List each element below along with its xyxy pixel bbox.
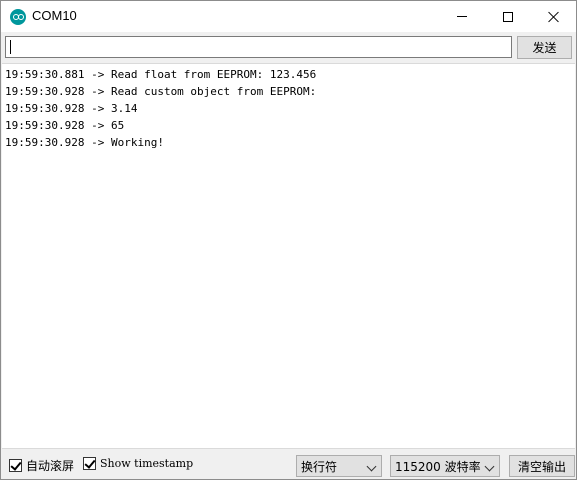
baud-rate-select[interactable]: 115200 波特率	[390, 455, 500, 477]
title-bar: COM10	[1, 1, 576, 32]
line-ending-select[interactable]: 换行符	[296, 455, 382, 477]
arduino-icon	[10, 9, 26, 25]
output-line: 19:59:30.928 -> Read custom object from …	[5, 85, 317, 98]
send-input[interactable]	[5, 36, 512, 58]
line-ending-value: 换行符	[301, 459, 338, 474]
minimize-button[interactable]	[439, 1, 485, 32]
autoscroll-toggle[interactable]: 自动滚屏	[9, 457, 74, 474]
serial-monitor-window: COM10 发送 19:59:30.881 -> Read float from…	[0, 0, 577, 480]
serial-output[interactable]: 19:59:30.881 -> Read float from EEPROM: …	[2, 63, 575, 449]
maximize-button[interactable]	[485, 1, 531, 32]
output-line: 19:59:30.881 -> Read float from EEPROM: …	[5, 68, 317, 81]
status-bar: 自动滚屏 Show timestamp 换行符 115200 波特率 清空输出	[1, 450, 576, 479]
output-line: 19:59:30.928 -> 3.14	[5, 102, 138, 115]
timestamp-toggle[interactable]: Show timestamp	[83, 457, 193, 470]
autoscroll-label: 自动滚屏	[26, 459, 75, 473]
timestamp-label: Show timestamp	[100, 457, 194, 470]
text-caret	[10, 40, 11, 54]
close-icon	[548, 11, 560, 23]
close-button[interactable]	[531, 1, 577, 32]
baud-rate-value: 115200 波特率	[395, 459, 481, 474]
maximize-icon	[503, 11, 513, 22]
timestamp-checkbox[interactable]	[83, 457, 96, 470]
clear-output-button[interactable]: 清空输出	[509, 455, 575, 477]
minimize-icon	[457, 16, 467, 17]
chevron-down-icon	[484, 461, 495, 472]
send-button[interactable]: 发送	[517, 36, 572, 59]
send-row: 发送	[1, 32, 576, 63]
window-title: COM10	[32, 8, 77, 23]
autoscroll-checkbox[interactable]	[9, 459, 22, 472]
output-line: 19:59:30.928 -> 65	[5, 119, 125, 132]
output-line: 19:59:30.928 -> Working!	[5, 136, 164, 149]
chevron-down-icon	[366, 461, 377, 472]
